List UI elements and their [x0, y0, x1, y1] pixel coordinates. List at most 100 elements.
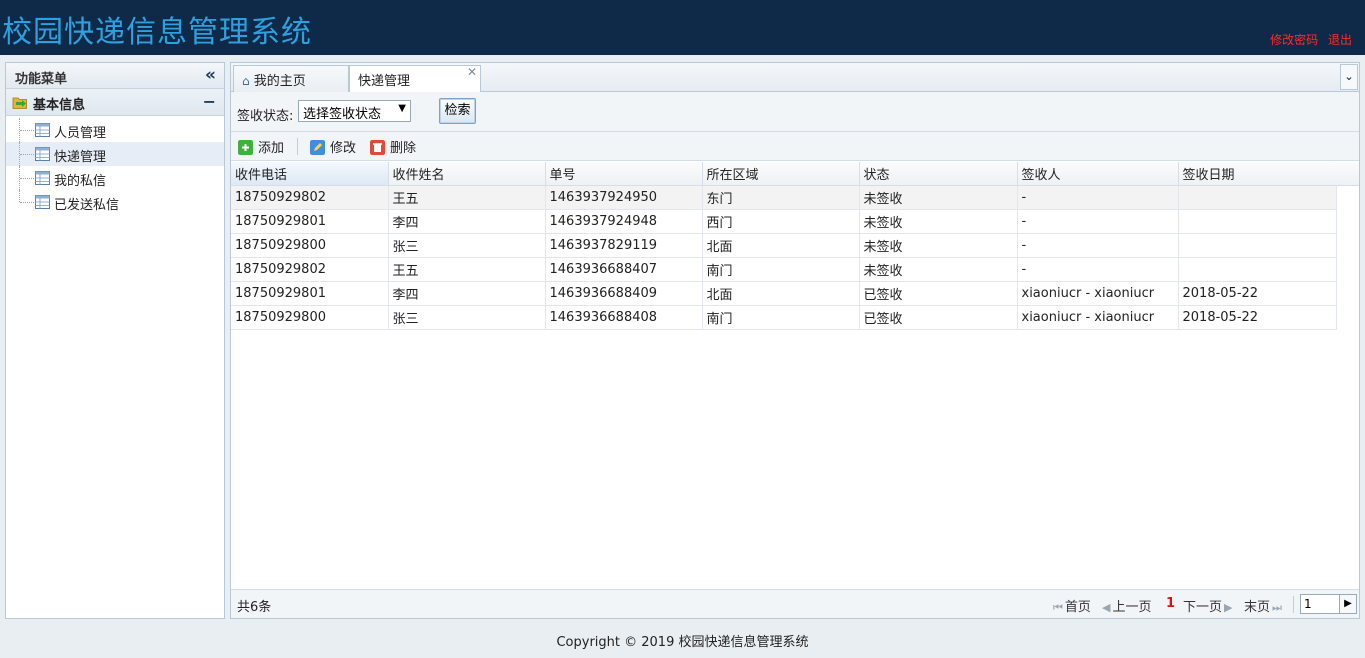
copyright-footer: Copyright © 2019 校园快递信息管理系统 — [556, 635, 809, 650]
table-cell: - — [1017, 209, 1179, 234]
page-number-input[interactable]: 1 — [1300, 594, 1340, 614]
table-row[interactable]: 18750929801 李四 1463936688409 北面 已签收 xiao… — [231, 281, 1337, 306]
logout-link[interactable]: 退出 — [1328, 33, 1352, 47]
sidebar-group-basic-info[interactable]: 基本信息 − — [6, 89, 224, 116]
table-cell — [1178, 185, 1337, 210]
table-cell: 未签收 — [859, 185, 1018, 210]
sidebar-item-label: 快递管理 — [54, 150, 107, 165]
add-button[interactable]: 添加 — [238, 137, 284, 157]
table-cell: 18750929801 — [231, 281, 389, 306]
close-tab-icon[interactable]: ✕ — [467, 65, 477, 79]
table-cell: 王五 — [388, 185, 546, 210]
last-page-icon: ⏭ — [1272, 601, 1282, 614]
folder-icon — [12, 97, 27, 109]
table-cell: 18750929802 — [231, 257, 389, 282]
table-cell: 1463936688408 — [545, 305, 703, 330]
tab-bar: ⌂ 我的主页 快递管理 ✕ ⌄ — [231, 63, 1359, 93]
collapse-sidebar-icon[interactable]: « — [205, 65, 216, 85]
table-row[interactable]: 18750929802 王五 1463936688407 南门 未签收 - — [231, 257, 1337, 282]
edit-button[interactable]: 修改 — [310, 137, 356, 157]
change-password-link[interactable]: 修改密码 — [1270, 33, 1318, 47]
table-row[interactable]: 18750929800 张三 1463937829119 北面 未签收 - — [231, 233, 1337, 258]
table-cell: 南门 — [702, 257, 860, 282]
collapse-group-icon[interactable]: − — [203, 92, 216, 111]
sidebar-header: 功能菜单 « — [6, 63, 224, 89]
table-cell — [1178, 233, 1337, 258]
sidebar-items: 人员管理 快递管理 我的私信 已发送私信 — [6, 116, 224, 214]
go-page-icon[interactable]: ▶ — [1339, 594, 1357, 614]
column-header[interactable]: 收件电话 — [231, 162, 389, 186]
edit-icon — [310, 140, 325, 155]
table-cell: xiaoniucr - xiaoniucr — [1017, 281, 1179, 306]
table-cell: 李四 — [388, 209, 546, 234]
table-cell: 张三 — [388, 233, 546, 258]
express-table-container: 收件电话 收件姓名 单号 所在区域 状态 签收人 签收日期 1875092980… — [231, 162, 1359, 590]
delete-label: 删除 — [390, 141, 417, 156]
table-cell: 未签收 — [859, 233, 1018, 258]
prev-page-link[interactable]: ◀ 上一页 — [1102, 596, 1151, 615]
sign-status-select[interactable]: 选择签收状态 ▼ — [298, 100, 411, 122]
add-icon — [238, 140, 253, 155]
table-cell: 1463936688409 — [545, 281, 703, 306]
sign-status-label: 签收状态: — [237, 109, 294, 124]
table-header-row: 收件电话 收件姓名 单号 所在区域 状态 签收人 签收日期 — [231, 162, 1337, 186]
table-row[interactable]: 18750929801 李四 1463937924948 西门 未签收 - — [231, 209, 1337, 234]
delete-icon — [370, 140, 385, 155]
tab-express-management[interactable]: 快递管理 ✕ — [349, 65, 481, 93]
dropdown-arrow-icon: ▼ — [398, 103, 406, 114]
table-cell: 1463937924948 — [545, 209, 703, 234]
table-icon — [35, 195, 50, 209]
sidebar-item-express[interactable]: 快递管理 — [6, 142, 224, 166]
table-cell: xiaoniucr - xiaoniucr — [1017, 305, 1179, 330]
prev-page-icon: ◀ — [1102, 601, 1111, 614]
table-cell: - — [1017, 257, 1179, 282]
current-page: 1 — [1166, 596, 1176, 611]
sidebar-title: 功能菜单 — [15, 72, 68, 87]
table-cell: 王五 — [388, 257, 546, 282]
tab-label: 我的主页 — [253, 74, 306, 89]
table-icon — [35, 147, 50, 161]
next-page-link[interactable]: 下一页 ▶ — [1183, 596, 1234, 615]
column-header[interactable]: 状态 — [859, 162, 1018, 186]
table-row[interactable]: 18750929800 张三 1463936688408 南门 已签收 xiao… — [231, 305, 1337, 330]
sidebar-item-label: 已发送私信 — [54, 198, 120, 213]
first-page-icon: ⏮ — [1053, 601, 1063, 614]
sidebar-item-my-messages[interactable]: 我的私信 — [6, 166, 224, 190]
table-cell: - — [1017, 185, 1179, 210]
table-row[interactable]: 18750929802 王五 1463937924950 东门 未签收 - — [231, 185, 1337, 210]
tab-menu-chevron-icon[interactable]: ⌄ — [1340, 64, 1358, 90]
tab-label: 快递管理 — [358, 74, 411, 89]
sidebar: 功能菜单 « 基本信息 − 人员管理 快递管理 我的私信 已发送私信 — [5, 62, 225, 619]
table-cell: 东门 — [702, 185, 860, 210]
add-label: 添加 — [258, 141, 285, 156]
next-page-icon: ▶ — [1224, 601, 1233, 614]
search-button[interactable]: 检索 — [439, 98, 476, 124]
column-header[interactable]: 收件姓名 — [388, 162, 546, 186]
home-icon: ⌂ — [242, 74, 250, 88]
column-header[interactable]: 单号 — [545, 162, 703, 186]
table-cell: 2018-05-22 — [1178, 281, 1337, 306]
table-cell: 张三 — [388, 305, 546, 330]
table-cell: - — [1017, 233, 1179, 258]
table-cell: 1463937924950 — [545, 185, 703, 210]
toolbar: 添加 修改 删除 — [231, 132, 1359, 161]
first-page-link[interactable]: ⏮ 首页 — [1053, 596, 1091, 615]
table-cell: 18750929800 — [231, 233, 389, 258]
table-cell: 18750929801 — [231, 209, 389, 234]
column-header[interactable]: 签收日期 — [1178, 162, 1337, 186]
sidebar-item-personnel[interactable]: 人员管理 — [6, 118, 224, 142]
main-panel: ⌂ 我的主页 快递管理 ✕ ⌄ 签收状态: 选择签收状态 ▼ 检索 添加 修改 … — [230, 62, 1360, 619]
express-table: 收件电话 收件姓名 单号 所在区域 状态 签收人 签收日期 1875092980… — [231, 162, 1337, 330]
column-header[interactable]: 所在区域 — [702, 162, 860, 186]
sidebar-item-sent-messages[interactable]: 已发送私信 — [6, 190, 224, 214]
last-page-link[interactable]: 末页 ⏭ — [1244, 596, 1284, 615]
table-cell: 北面 — [702, 281, 860, 306]
pagination-bar: 共6条 ⏮ 首页 ◀ 上一页 1 下一页 ▶ 末页 ⏭ 1 ▶ — [231, 589, 1359, 618]
table-cell: 未签收 — [859, 209, 1018, 234]
column-header[interactable]: 签收人 — [1017, 162, 1179, 186]
tab-home[interactable]: ⌂ 我的主页 — [233, 65, 349, 92]
table-cell: 2018-05-22 — [1178, 305, 1337, 330]
table-cell — [1178, 257, 1337, 282]
table-cell: 未签收 — [859, 257, 1018, 282]
delete-button[interactable]: 删除 — [370, 137, 416, 157]
